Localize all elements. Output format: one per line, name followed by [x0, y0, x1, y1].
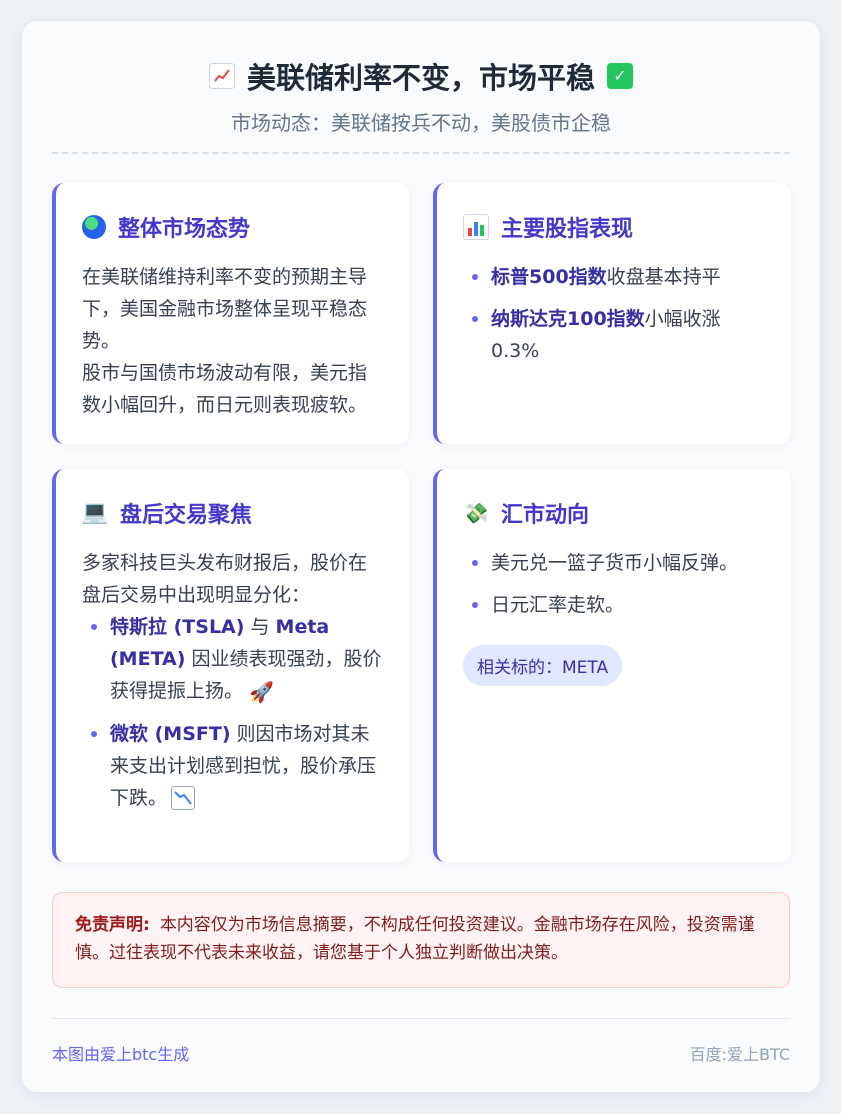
news-card: 美联储利率不变，市场平稳 ✓ 市场动态：美联储按兵不动，美股债市企稳 整体市场态…: [21, 20, 821, 1093]
index-result: 收盘基本持平: [606, 266, 721, 288]
panel-heading: 💸 汇市动向: [463, 497, 765, 529]
overall-market-panel: 整体市场态势 在美联储维持利率不变的预期主导下，美国金融市场整体呈现平稳态势。 …: [52, 183, 409, 444]
panel-heading: 💻 盘后交易聚焦: [81, 497, 383, 529]
major-indices-panel: 主要股指表现 标普500指数收盘基本持平 纳斯达克100指数小幅收涨0.3%: [433, 183, 791, 444]
footer-credit-link[interactable]: 本图由爱上btc生成: [52, 1041, 189, 1065]
related-ticker-tag[interactable]: 相关标的：META: [463, 645, 623, 686]
money-wings-icon: 💸: [463, 501, 489, 525]
list-item: 日元汇率走软。: [463, 589, 765, 621]
fx-panel: 💸 汇市动向 美元兑一篮子货币小幅反弹。 日元汇率走软。 相关标的：META: [433, 469, 791, 862]
list-item: 纳斯达克100指数小幅收涨0.3%: [463, 303, 765, 367]
footer-source: 百度:爱上BTC: [689, 1045, 790, 1064]
conjunction: 与: [244, 616, 276, 638]
index-name: 纳斯达克100指数: [491, 308, 645, 330]
list-item: 微软 (MSFT) 则因市场对其未来支出计划感到担忧，股价承压下跌。: [82, 718, 383, 814]
panel-intro: 多家科技巨头发布财报后，股价在盘后交易中出现明显分化：: [82, 552, 368, 606]
panel-paragraph: 股市与国债市场波动有限，美元指数小幅回升，而日元则表现疲软。: [82, 362, 368, 416]
bar-chart-icon: [463, 214, 489, 240]
page-subtitle: 市场动态：美联储按兵不动，美股债市企稳: [231, 111, 611, 135]
footer-divider: [52, 1018, 790, 1019]
after-hours-panel: 💻 盘后交易聚焦 多家科技巨头发布财报后，股价在盘后交易中出现明显分化： 特斯拉…: [52, 469, 409, 862]
list-item: 特斯拉 (TSLA) 与 Meta (META) 因业绩表现强劲，股价获得提振上…: [82, 611, 383, 708]
chart-decreasing-icon: [171, 786, 196, 810]
panel-title: 盘后交易聚焦: [120, 503, 253, 528]
panel-title: 主要股指表现: [501, 217, 634, 242]
list-item: 美元兑一篮子货币小幅反弹。: [463, 547, 765, 579]
fx-list: 美元兑一篮子货币小幅反弹。 日元汇率走软。: [463, 547, 765, 621]
panel-title: 整体市场态势: [118, 217, 251, 242]
chart-increasing-icon: [208, 63, 235, 89]
ticker-tesla: 特斯拉 (TSLA): [110, 616, 245, 638]
indices-list: 标普500指数收盘基本持平 纳斯达克100指数小幅收涨0.3%: [463, 261, 765, 367]
earnings-list: 特斯拉 (TSLA) 与 Meta (META) 因业绩表现强劲，股价获得提振上…: [82, 611, 383, 814]
laptop-icon: 💻: [81, 500, 109, 525]
panel-heading: 整体市场态势: [82, 211, 383, 243]
header-divider: [52, 152, 790, 154]
disclaimer-label: 免责声明:: [75, 915, 150, 935]
index-name: 标普500指数: [491, 266, 607, 288]
disclaimer-text: 本内容仅为市场信息摘要，不构成任何投资建议。金融市场存在风险，投资需谨慎。过往表…: [75, 915, 755, 963]
page-title: 美联储利率不变，市场平稳 ✓: [22, 55, 820, 97]
panel-paragraph: 在美联储维持利率不变的预期主导下，美国金融市场整体呈现平稳态势。: [82, 266, 368, 352]
page-title-text: 美联储利率不变，市场平稳: [246, 61, 595, 95]
check-mark-icon: ✓: [607, 63, 633, 89]
panel-heading: 主要股指表现: [463, 211, 765, 243]
globe-icon: [82, 215, 106, 239]
disclaimer-box: 免责声明: 本内容仅为市场信息摘要，不构成任何投资建议。金融市场存在风险，投资需谨…: [52, 892, 790, 988]
panel-title: 汇市动向: [501, 503, 590, 528]
ticker-msft: 微软 (MSFT): [110, 723, 231, 745]
rocket-icon: 🚀: [249, 680, 274, 704]
list-item: 标普500指数收盘基本持平: [463, 261, 765, 293]
